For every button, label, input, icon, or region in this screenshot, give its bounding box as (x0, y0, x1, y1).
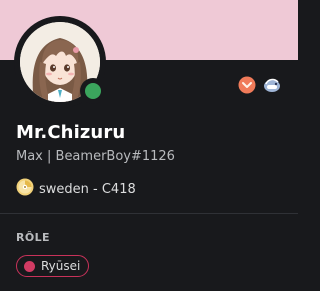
status-indicator (80, 78, 106, 104)
role-pill-ryusei[interactable]: Ryūsei (16, 255, 90, 277)
custom-status-text: sweden - C418 (39, 181, 136, 197)
role-color-dot (24, 260, 35, 272)
avatar-wrapper[interactable] (14, 16, 106, 108)
role-label: Ryūsei (41, 259, 81, 273)
roles-section-title: RÔLE (16, 231, 50, 244)
display-name: Mr.Chizuru (16, 122, 126, 143)
divider (0, 213, 298, 214)
online-status-icon (85, 83, 101, 99)
hypesquad-bravery-icon[interactable] (238, 76, 256, 94)
shark-nitro-icon[interactable] (262, 76, 280, 94)
user-profile-popout: Mr.Chizuru Max | BeamerBoy#1126 sweden -… (0, 0, 298, 291)
username-subtitle: Max | BeamerBoy#1126 (16, 149, 175, 164)
custom-status: sweden - C418 (16, 178, 136, 200)
profile-badges (238, 76, 280, 94)
cd-disc-icon (16, 178, 34, 200)
